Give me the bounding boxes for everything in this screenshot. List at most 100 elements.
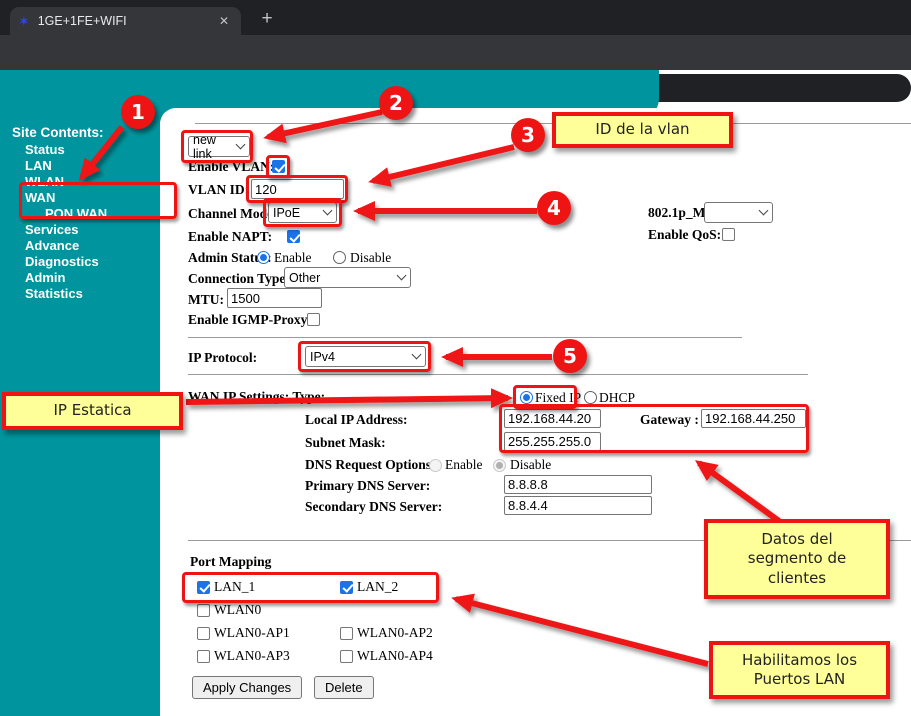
ip-protocol-select[interactable]: IPv4 (305, 346, 426, 367)
site-contents-title: Site Contents: (12, 125, 104, 140)
callout-vlan-id: ID de la vlan (552, 112, 733, 148)
enable-qos-checkbox[interactable] (722, 228, 735, 241)
sidebar-item-wan[interactable]: WAN (25, 190, 55, 205)
channel-mode-label: Channel Mode (188, 206, 273, 222)
8021p-mark-select[interactable] (704, 202, 773, 223)
callout-static-ip: IP Estatica (2, 392, 183, 430)
callout-client-segment: Datos del segmento de clientes (704, 519, 890, 599)
dns-enable-radio (429, 459, 442, 472)
step-badge-4: 4 (537, 191, 571, 225)
browser-toolbar: ← → ⟳ ⚠ No es seguro 192.168.1.1 (0, 35, 911, 70)
dns-request-options-label: DNS Request Options: (305, 457, 436, 473)
step-badge-2: 2 (379, 86, 413, 120)
channel-mode-select[interactable]: IPoE (268, 202, 337, 223)
admin-enable-radio[interactable] (257, 251, 270, 264)
divider (188, 337, 742, 338)
vlan-id-input[interactable] (251, 179, 344, 199)
sidebar-item-pon-wan[interactable]: PON WAN (45, 206, 107, 221)
sidebar-item-services[interactable]: Services (25, 222, 79, 237)
tab-strip: ✶ 1GE+1FE+WIFI ✕ + (0, 0, 911, 35)
port-lan2[interactable]: LAN_2 (340, 579, 398, 595)
connection-type-value: Other (289, 271, 320, 285)
port-wlan0-ap4[interactable]: WLAN0-AP4 (340, 648, 433, 664)
port-mapping-title: Port Mapping (190, 554, 271, 570)
igmp-proxy-checkbox[interactable] (307, 313, 320, 326)
port-wlan0-ap4-checkbox[interactable] (340, 650, 353, 663)
sidebar-item-lan[interactable]: LAN (25, 158, 52, 173)
wan-ip-settings-label: WAN IP Settings: Type: (188, 389, 325, 405)
browser-tab[interactable]: ✶ 1GE+1FE+WIFI ✕ (10, 7, 241, 35)
enable-napt-checkbox[interactable] (287, 230, 300, 243)
port-lan1[interactable]: LAN_1 (197, 579, 255, 595)
step-badge-3: 3 (511, 118, 545, 152)
dns-disable-radio (493, 459, 506, 472)
admin-disable-radio[interactable] (333, 251, 346, 264)
igmp-proxy-label: Enable IGMP-Proxy: (188, 312, 312, 328)
port-wlan0-checkbox[interactable] (197, 604, 210, 617)
port-lan1-label: LAN_1 (214, 579, 255, 595)
ip-protocol-label: IP Protocol: (188, 350, 257, 366)
port-wlan0-ap2-label: WLAN0-AP2 (357, 625, 433, 641)
channel-mode-value: IPoE (273, 206, 300, 220)
gateway-label: Gateway : (640, 412, 699, 428)
apply-changes-button[interactable]: Apply Changes (192, 676, 302, 699)
subnet-mask-input[interactable] (504, 432, 601, 451)
step-badge-5: 5 (553, 339, 587, 373)
port-lan1-checkbox[interactable] (197, 581, 210, 594)
enable-vlan-label: Enable VLAN: (188, 159, 274, 175)
site-favicon-icon: ✶ (18, 14, 30, 28)
sidebar-item-advance[interactable]: Advance (25, 238, 79, 253)
connection-type-select[interactable]: Other (284, 267, 411, 288)
step-badge-1: 1 (121, 95, 155, 129)
enable-vlan-checkbox[interactable] (272, 160, 285, 173)
enable-napt-label: Enable NAPT: (188, 229, 272, 245)
port-wlan0-ap1-checkbox[interactable] (197, 627, 210, 640)
dns-enable-label: Enable (445, 457, 482, 473)
sidebar-item-wlan[interactable]: WLAN (25, 174, 64, 189)
sidebar-item-diagnostics[interactable]: Diagnostics (25, 254, 99, 269)
primary-dns-input[interactable] (504, 475, 652, 494)
tab-title: 1GE+1FE+WIFI (38, 14, 215, 28)
port-wlan0-ap1[interactable]: WLAN0-AP1 (197, 625, 290, 641)
link-select[interactable]: new link (188, 136, 250, 157)
close-tab-icon[interactable]: ✕ (215, 12, 233, 30)
mtu-label: MTU: (188, 292, 224, 308)
chevron-down-icon (236, 140, 246, 150)
secondary-dns-input[interactable] (504, 496, 652, 515)
chevron-down-icon (412, 350, 422, 360)
port-wlan0-ap1-label: WLAN0-AP1 (214, 625, 290, 641)
ip-protocol-value: IPv4 (310, 350, 335, 364)
admin-enable-label: Enable (274, 250, 311, 266)
local-ip-input[interactable] (504, 409, 601, 428)
new-tab-button[interactable]: + (254, 7, 280, 33)
gateway-input[interactable] (701, 409, 806, 428)
dhcp-radio[interactable] (584, 391, 597, 404)
primary-dns-label: Primary DNS Server: (305, 478, 430, 494)
sidebar-item-status[interactable]: Status (25, 142, 65, 157)
sidebar-item-statistics[interactable]: Statistics (25, 286, 83, 301)
divider (188, 374, 808, 375)
dns-disable-label: Disable (510, 457, 551, 473)
port-lan2-checkbox[interactable] (340, 581, 353, 594)
enable-qos-label: Enable QoS: (648, 227, 721, 243)
local-ip-label: Local IP Address: (305, 412, 408, 428)
link-select-value: new link (193, 133, 231, 161)
chevron-down-icon (759, 206, 769, 216)
sidebar-item-admin[interactable]: Admin (25, 270, 65, 285)
port-wlan0-ap2-checkbox[interactable] (340, 627, 353, 640)
port-wlan0-ap3[interactable]: WLAN0-AP3 (197, 648, 290, 664)
secondary-dns-label: Secondary DNS Server: (305, 499, 442, 515)
port-wlan0-label: WLAN0 (214, 602, 261, 618)
delete-button[interactable]: Delete (314, 676, 374, 699)
connection-type-label: Connection Type: (188, 271, 290, 287)
port-wlan0[interactable]: WLAN0 (197, 602, 261, 618)
subnet-mask-label: Subnet Mask: (305, 435, 386, 451)
port-wlan0-ap2[interactable]: WLAN0-AP2 (340, 625, 433, 641)
port-lan2-label: LAN_2 (357, 579, 398, 595)
callout-lan-ports: Habilitamos los Puertos LAN (709, 641, 890, 699)
mtu-input[interactable] (227, 288, 322, 308)
port-wlan0-ap4-label: WLAN0-AP4 (357, 648, 433, 664)
port-wlan0-ap3-label: WLAN0-AP3 (214, 648, 290, 664)
port-wlan0-ap3-checkbox[interactable] (197, 650, 210, 663)
fixed-ip-radio[interactable] (520, 391, 533, 404)
